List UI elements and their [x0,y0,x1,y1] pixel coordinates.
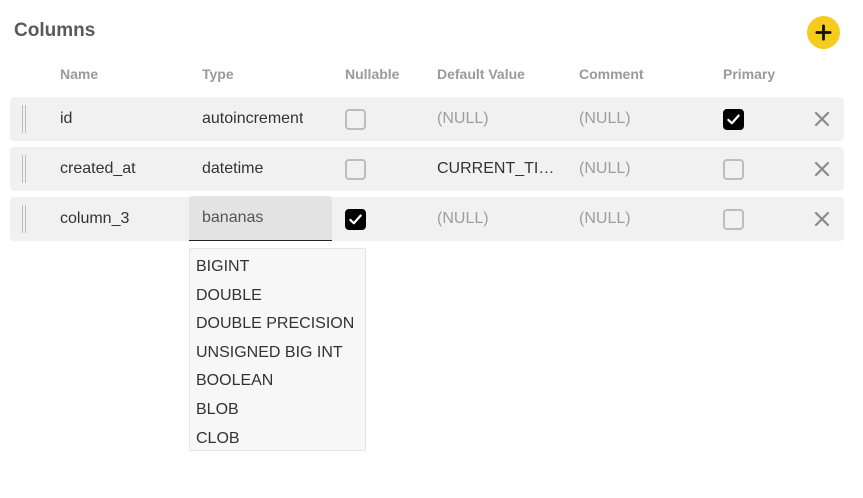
comment[interactable]: (NULL) [579,147,631,191]
nullable-checkbox[interactable] [345,159,366,180]
drag-handle[interactable] [22,105,26,133]
type-option[interactable]: UNSIGNED BIG INT [190,339,365,368]
type-option[interactable]: BOOLEAN [190,367,365,396]
check-icon [727,114,740,125]
type-option[interactable]: BIGINT [190,253,365,282]
drag-handle[interactable] [22,155,26,183]
default-value[interactable]: CURRENT_TIMESTAMP [437,147,555,191]
check-icon [349,214,362,225]
column-name[interactable]: column_3 [60,197,129,241]
column-name[interactable]: created_at [60,147,136,191]
header-name: Name [60,66,99,82]
page-title: Columns [14,20,96,41]
column-name[interactable]: id [60,97,72,141]
column-type[interactable]: datetime [202,147,263,191]
table-row: created_at datetime CURRENT_TIMESTAMP (N… [10,147,844,191]
type-input[interactable] [189,196,332,241]
comment[interactable]: (NULL) [579,197,631,241]
default-value[interactable]: (NULL) [437,197,489,241]
header-comment: Comment [579,66,644,82]
header-default-value: Default Value [437,66,525,82]
default-value[interactable]: (NULL) [437,97,489,141]
comment[interactable]: (NULL) [579,97,631,141]
plus-icon [815,24,832,41]
table-row: id autoincrement (NULL) (NULL) [10,97,844,141]
type-option[interactable]: DOUBLE PRECISION [190,310,365,339]
header-type: Type [202,66,234,82]
type-option[interactable]: CLOB [190,425,365,454]
type-dropdown: BIGINT DOUBLE DOUBLE PRECISION UNSIGNED … [189,248,366,451]
add-column-button[interactable] [807,16,840,49]
type-option[interactable]: BLOB [190,396,365,425]
primary-checkbox[interactable] [723,109,744,130]
delete-column-button[interactable] [812,209,832,229]
close-icon [814,111,830,127]
delete-column-button[interactable] [812,109,832,129]
close-icon [814,161,830,177]
nullable-checkbox[interactable] [345,109,366,130]
header-nullable: Nullable [345,66,400,82]
primary-checkbox[interactable] [723,209,744,230]
drag-handle[interactable] [22,205,26,233]
nullable-checkbox[interactable] [345,209,366,230]
type-option[interactable]: DOUBLE [190,282,365,311]
delete-column-button[interactable] [812,159,832,179]
close-icon [814,211,830,227]
table-row: column_3 (NULL) (NULL) [10,196,844,241]
column-type[interactable]: autoincrement [202,97,303,141]
primary-checkbox[interactable] [723,159,744,180]
header-primary: Primary [723,66,776,82]
